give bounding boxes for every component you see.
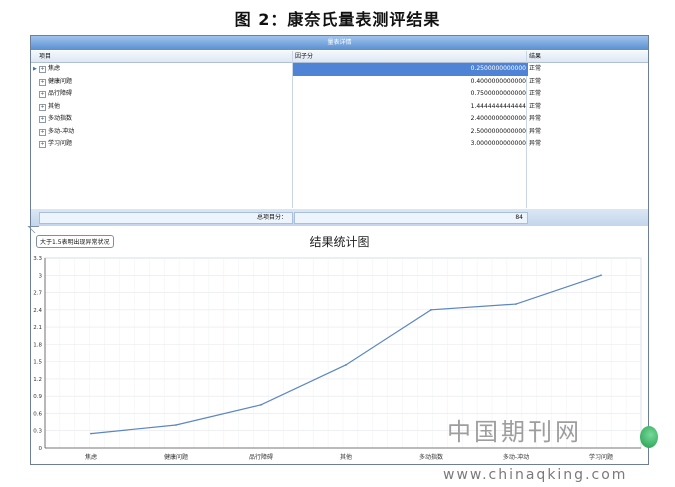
x-tick-label: 多动-冲动: [503, 453, 529, 461]
row-name: 学习问题: [48, 140, 73, 147]
expand-icon[interactable]: +: [39, 66, 46, 73]
row-name: 多动-冲动: [48, 127, 75, 135]
data-point: [260, 403, 262, 406]
table-row[interactable]: + 其他 1.4444444444444 正常: [31, 101, 648, 114]
x-tick-label: 学习问题: [589, 453, 613, 461]
y-tick-label: 3: [39, 273, 43, 279]
table-header: 项目 因子分 结果: [31, 51, 648, 63]
row-score: 0.4000000000000: [470, 77, 526, 85]
row-result: 正常: [529, 65, 542, 72]
expand-icon[interactable]: +: [39, 78, 46, 86]
table-row[interactable]: + 健康问题 0.4000000000000 正常: [31, 76, 648, 89]
row-result: 正常: [529, 102, 542, 110]
row-result: 异常: [529, 115, 542, 122]
expand-icon[interactable]: +: [39, 103, 46, 111]
row-result: 正常: [529, 90, 542, 97]
table-footer: 总项目分： 84: [31, 209, 648, 226]
watermark-cn: 中国期刊网: [447, 418, 582, 446]
col-header-item[interactable]: 项目: [39, 51, 51, 62]
chart-title: 结果统计图: [309, 235, 370, 249]
callout-pointer: [27, 226, 46, 233]
y-tick-label: 0.3: [33, 429, 42, 435]
y-tick-label: 2.1: [33, 325, 42, 331]
x-tick-label: 多动指数: [419, 453, 443, 461]
y-tick-label: 0.6: [33, 411, 42, 417]
row-name: 品行障碍: [48, 90, 73, 97]
row-name: 其他: [48, 102, 61, 110]
row-name: 多动指数: [48, 115, 73, 122]
data-point: [345, 363, 347, 366]
row-score: 0.7500000000000: [470, 90, 526, 97]
y-tick-label: 1.2: [33, 377, 42, 383]
expand-icon[interactable]: +: [39, 91, 46, 98]
table-row[interactable]: + 多动指数 2.4000000000000 异常: [31, 113, 648, 126]
y-tick-label: 1.8: [33, 342, 42, 348]
data-point: [90, 432, 92, 435]
data-point: [515, 303, 517, 305]
row-score: 2.4000000000000: [470, 115, 526, 122]
row-score: 3.0000000000000: [470, 140, 526, 147]
data-point: [175, 424, 177, 426]
y-tick-label: 0.9: [33, 394, 42, 400]
table-row[interactable]: + 品行障碍 0.7500000000000 正常: [31, 88, 648, 101]
x-tick-label: 其他: [340, 453, 352, 461]
expand-icon[interactable]: +: [39, 128, 46, 136]
row-result: 异常: [529, 140, 542, 147]
data-point: [600, 274, 602, 277]
y-tick-label: 1.5: [33, 360, 42, 366]
watermark-url: www.chinaqking.com: [443, 467, 628, 483]
row-score: 2.5000000000000: [470, 127, 526, 135]
expand-icon[interactable]: +: [39, 116, 46, 123]
x-tick-label: 品行障碍: [249, 453, 273, 461]
y-tick-label: 2.7: [33, 291, 42, 297]
panel-titlebar: 量表详情: [31, 36, 648, 50]
expand-icon[interactable]: +: [39, 141, 46, 148]
y-tick-label: 2.4: [33, 308, 42, 314]
y-tick-label: 0: [39, 446, 43, 452]
floating-widget-icon[interactable]: [640, 426, 658, 448]
table-row[interactable]: ▶ + 焦虑 0.2500000000000 正常: [31, 63, 648, 76]
footer-total-label: 总项目分：: [256, 214, 287, 221]
table-row[interactable]: + 多动-冲动 2.5000000000000 异常: [31, 126, 648, 139]
x-tick-label: 焦虑: [85, 453, 97, 461]
col-header-result[interactable]: 结果: [529, 51, 541, 62]
x-tick-label: 健康问题: [164, 453, 188, 461]
data-point: [430, 308, 432, 311]
table-row[interactable]: + 学习问题 3.0000000000000 异常: [31, 138, 648, 151]
row-pointer-icon: ▶: [33, 66, 37, 72]
row-score: 0.2500000000000: [293, 63, 528, 76]
col-header-score[interactable]: 因子分: [295, 51, 313, 62]
row-result: 正常: [529, 77, 542, 85]
row-score: 1.4444444444444: [470, 102, 526, 110]
footer-total-value: 84: [515, 214, 523, 221]
row-name: 焦虑: [48, 65, 61, 72]
row-name: 健康问题: [48, 77, 73, 85]
scale-window: 量表详情 项目 因子分 结果 ▶ + 焦虑 0.2500000000000 正常 + 健康问…: [27, 35, 649, 465]
y-tick-label: 3.3: [33, 256, 42, 262]
figure-caption: 图 2：康奈氏量表测评结果: [234, 10, 441, 29]
row-result: 异常: [529, 127, 542, 135]
panel-title: 量表详情: [327, 39, 352, 46]
